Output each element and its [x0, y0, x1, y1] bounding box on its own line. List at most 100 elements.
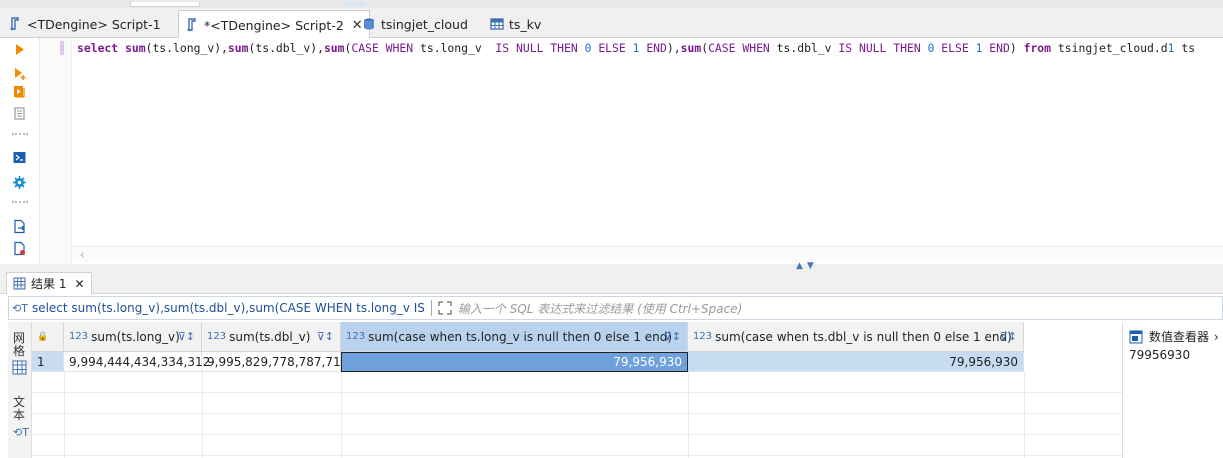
sql-token: ts — [255, 41, 270, 55]
numeric-type-icon: 123 — [207, 331, 227, 342]
collapse-arrows-icon[interactable]: ▲▼ — [796, 261, 818, 271]
column-header[interactable]: 123 sum(ts.long_v) ⊽↕ — [64, 322, 202, 352]
column-name: sum(case when ts.dbl_v is null then 0 el… — [715, 329, 1012, 344]
grid-line — [32, 455, 1122, 456]
filter-sort-icon[interactable]: ⊽↕ — [1000, 330, 1017, 343]
editor-horizontal-scrollbar[interactable]: ‹ — [72, 246, 1223, 262]
filter-sort-icon[interactable]: ⊽↕ — [178, 330, 195, 343]
table-cell[interactable]: 9,994,444,434,334,312 — [64, 352, 210, 372]
explain-plan-icon[interactable] — [12, 106, 27, 121]
sql-token: select — [77, 41, 119, 55]
text-view-icon[interactable]: ⟲T — [13, 426, 29, 439]
sql-code-line[interactable]: select sum(ts.long_v),sum(ts.dbl_v),sum(… — [77, 40, 1195, 57]
sql-token: THEN — [550, 41, 578, 55]
sql-token: CASE — [708, 41, 736, 55]
tab-result-1[interactable]: 结果 1 ✕ — [6, 272, 92, 294]
filter-sort-icon[interactable]: ⊽↕ — [664, 330, 681, 343]
selected-cell[interactable]: 79,956,930 — [341, 352, 688, 372]
scroll-left-icon[interactable]: ‹ — [80, 248, 84, 261]
column-name: sum(ts.long_v) — [91, 329, 180, 344]
tab-tsingjet-cloud[interactable]: tsingjet_cloud — [362, 10, 468, 38]
sql-token: IS — [495, 41, 510, 55]
current-line-marker — [60, 41, 64, 55]
tab-label: 结果 1 — [31, 277, 67, 291]
grid-line — [202, 372, 203, 458]
tab-script-1[interactable]: <TDengine> Script-1 — [8, 10, 161, 38]
value-viewer-panel: 数值查看器 › 79956930 — [1122, 322, 1223, 458]
results-tab-bar: 结果 1 ✕ — [0, 272, 1223, 294]
grid-line — [32, 434, 1122, 435]
column-header[interactable]: 123 sum(ts.dbl_v) ⊽↕ — [202, 322, 341, 352]
console-icon[interactable] — [12, 150, 27, 165]
sql-token: . — [433, 41, 441, 55]
value-viewer-value[interactable]: 79956930 — [1129, 348, 1190, 362]
column-header[interactable]: 123 sum(case when ts.dbl_v is null then … — [688, 322, 1024, 352]
top-strip-item — [130, 2, 200, 7]
export-icon[interactable] — [12, 219, 27, 234]
execute-script-icon[interactable] — [12, 84, 27, 99]
table-cell[interactable]: 9,995,829,778,787,714 — [202, 352, 348, 372]
filter-input[interactable]: 输入一个 SQL 表达式来过滤结果 (使用 Ctrl+Space) — [458, 300, 742, 317]
expand-icon[interactable] — [438, 301, 452, 315]
sql-token: ), — [310, 41, 324, 55]
tab-label: tsingjet_cloud — [381, 16, 468, 32]
column-name: sum(ts.dbl_v) — [229, 329, 311, 344]
sql-token: WHEN — [385, 41, 414, 55]
load-script-icon[interactable] — [12, 241, 27, 256]
sql-text: select sum(ts.long_v),sum(ts.dbl_v),sum(… — [77, 41, 1195, 55]
execute-in-new-tab-icon[interactable] — [12, 66, 27, 81]
sql-token: IS — [838, 41, 853, 55]
tab-ts-kv[interactable]: ts_kv — [490, 10, 541, 38]
table-cell[interactable]: 79,956,930 — [688, 352, 1024, 372]
sql-token: THEN — [893, 41, 921, 55]
tab-script-2[interactable]: *<TDengine> Script-2 ✕ — [178, 10, 370, 39]
editor-results-splitter[interactable]: ▲▼ — [0, 261, 1223, 272]
close-icon[interactable]: ✕ — [74, 277, 84, 291]
sql-token: ts — [776, 41, 791, 55]
top-strip-item — [345, 2, 365, 7]
sql-token: dbl_v — [275, 41, 311, 55]
numeric-type-icon: 123 — [693, 331, 713, 342]
settings-gear-icon[interactable] — [12, 175, 27, 190]
sql-token: ), — [214, 41, 228, 55]
row-number[interactable]: 1 — [32, 352, 64, 372]
top-strip — [0, 0, 1223, 8]
numeric-type-icon: 123 — [346, 331, 366, 342]
grid-view-tab[interactable]: 网格 — [12, 332, 26, 358]
sql-token: ), — [666, 41, 681, 55]
results-grid: 🔒 123 sum(ts.long_v) ⊽↕ 123 sum(ts.dbl_v… — [32, 322, 1122, 458]
sql-token: ts — [152, 41, 167, 55]
grid-line — [688, 372, 689, 458]
results-view-switcher: 网格 文本 ⟲T — [8, 322, 32, 458]
sql-script-icon — [187, 18, 196, 32]
lock-icon: 🔒 — [37, 331, 49, 342]
column-header[interactable]: 123 sum(case when ts.long_v is null then… — [341, 322, 688, 352]
grid-line — [32, 392, 1122, 393]
toolbar-separator — [12, 133, 28, 136]
tab-label: <TDengine> Script-1 — [27, 16, 161, 32]
grid-line — [1024, 372, 1025, 458]
filter-query-text: select sum(ts.long_v),sum(ts.dbl_v),sum(… — [31, 301, 425, 315]
grid-line — [32, 413, 1122, 414]
sql-token: ts — [419, 41, 434, 55]
grid-view-icon[interactable] — [12, 360, 27, 375]
chevron-right-icon[interactable]: › — [1214, 330, 1219, 344]
sql-script-icon — [10, 17, 19, 31]
results-filter-bar[interactable]: ⟲T select sum(ts.long_v),sum(ts.dbl_v),s… — [8, 296, 1223, 320]
sql-token: sum — [125, 41, 146, 55]
row-number-header: 🔒 — [32, 322, 64, 352]
sql-token: sum — [680, 41, 702, 55]
execute-statement-icon[interactable] — [12, 42, 27, 57]
filter-sort-icon[interactable]: ⊽↕ — [317, 330, 334, 343]
sql-editor: select sum(ts.long_v),sum(ts.dbl_v),sum(… — [0, 38, 1223, 264]
filter-icon: ⟲T — [12, 301, 28, 315]
sql-token: CASE — [351, 41, 379, 55]
text-view-tab[interactable]: 文本 — [12, 396, 26, 422]
